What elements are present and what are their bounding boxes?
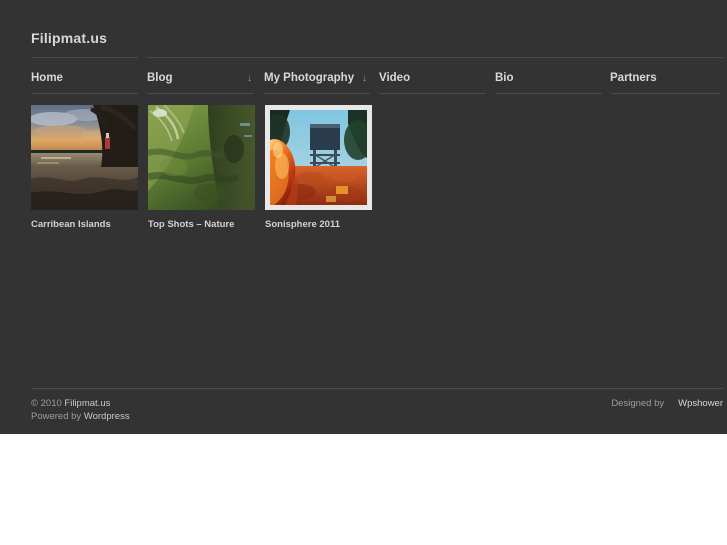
nav-label: Home [31,72,63,84]
nav-item-partners[interactable]: Partners [610,70,657,86]
header-divider [31,57,723,58]
main-navigation: Home Blog ↓ My Photography ↓ Video Bio P… [31,70,723,90]
divider-segment [379,93,486,94]
chevron-down-icon[interactable]: ↓ [247,71,252,87]
nav-label: Partners [610,72,657,84]
nav-item-my-photography[interactable]: My Photography [264,70,354,86]
gallery-item: Carribean Islands [31,105,138,231]
footer-left: © 2010 Filipmat.us Powered by Wordpress [31,397,130,423]
thumbnail-list: Carribean Islands Top Shots – Nature Son… [31,105,723,231]
footer-right: Designed by Wpshower [611,397,723,410]
nav-item-bio[interactable]: Bio [495,70,514,86]
thumbnail-image [270,110,367,205]
designed-by-text: Designed by [611,398,665,409]
footer-divider [31,388,723,389]
thumbnail-caption[interactable]: Top Shots – Nature [148,219,255,231]
divider-segment [611,93,721,94]
wpshower-link[interactable]: Wpshower [678,398,723,409]
wordpress-link[interactable]: Wordpress [84,411,130,422]
nav-item-blog[interactable]: Blog [147,70,173,86]
nav-label: Video [379,72,411,84]
nav-label: Bio [495,72,514,84]
page-root: Filipmat.us Home Blog ↓ My Photography ↓… [0,0,727,434]
divider-segment [263,93,370,94]
chevron-down-icon[interactable]: ↓ [362,71,367,87]
nav-divider [31,93,723,94]
divider-segment [147,93,254,94]
copyright-site-link[interactable]: Filipmat.us [64,398,110,409]
nav-item-video[interactable]: Video [379,70,410,86]
copyright-text: © 2010 [31,398,65,409]
nav-item-home[interactable]: Home [31,70,63,86]
thumbnail-image [148,105,255,210]
site-title[interactable]: Filipmat.us [31,28,696,48]
nav-label: Blog [147,72,173,84]
thumbnail-image [31,105,138,210]
gallery: Carribean Islands Top Shots – Nature Son… [31,105,723,231]
thumbnail-top-shots-nature[interactable] [148,105,255,210]
gallery-item: Top Shots – Nature [148,105,255,231]
divider-segment [147,57,723,58]
gallery-item: Sonisphere 2011 [265,105,372,231]
thumbnail-carribean-islands[interactable] [31,105,138,210]
thumbnail-caption[interactable]: Carribean Islands [31,219,138,231]
divider-segment [31,57,138,58]
divider-segment [495,93,602,94]
site-header: Filipmat.us [31,28,696,56]
powered-by-line: Powered by Wordpress [31,410,130,423]
divider-segment [31,93,138,94]
thumbnail-caption[interactable]: Sonisphere 2011 [265,219,372,231]
copyright-line: © 2010 Filipmat.us [31,397,130,410]
powered-by-text: Powered by [31,411,84,422]
nav-label: My Photography [264,72,355,84]
thumbnail-sonisphere-2011[interactable] [265,105,372,210]
site-footer: © 2010 Filipmat.us Powered by Wordpress … [31,397,723,427]
